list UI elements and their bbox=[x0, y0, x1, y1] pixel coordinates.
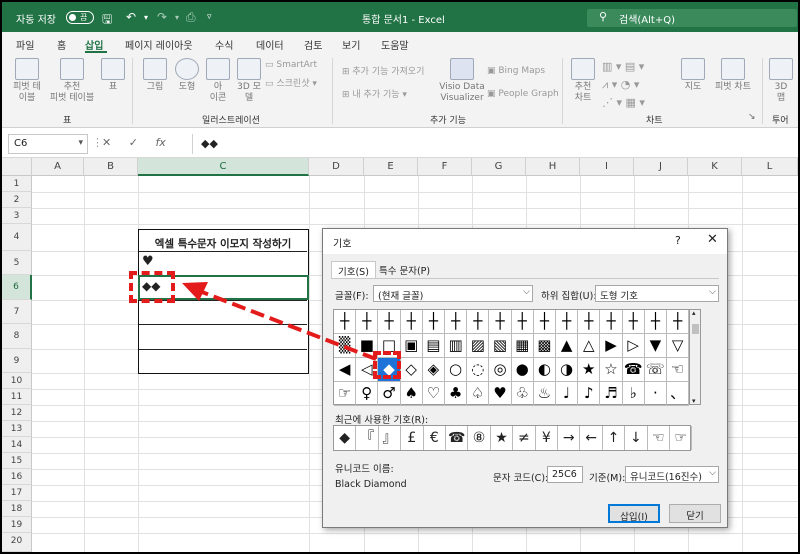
arrow-shaft bbox=[201, 290, 377, 361]
excel-window: 자동 저장 끔 🖫 ↶ ▾ ↷ ▾ ⎙ ▿ 통합 문서1 - Excel ⚲ 검… bbox=[2, 2, 798, 552]
annotation-arrow bbox=[182, 282, 377, 361]
